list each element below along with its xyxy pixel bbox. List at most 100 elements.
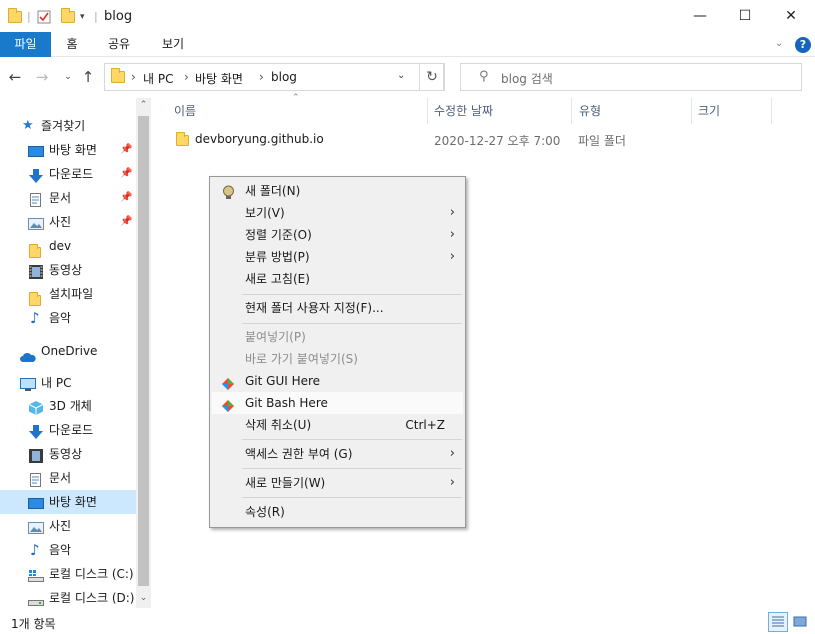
document-icon [28, 191, 44, 207]
column-header-modified[interactable]: 수정한 날짜 [434, 98, 493, 124]
sidebar-item-drive-d[interactable]: 로컬 디스크 (D:) [0, 586, 136, 610]
new-folder-icon[interactable] [61, 7, 75, 25]
menu-item-properties[interactable]: 속성(R) [212, 501, 463, 523]
menu-separator [242, 439, 462, 440]
menu-item-paste-shortcut: 바로 가기 붙여넣기(S) [245, 352, 358, 366]
up-arrow-icon[interactable]: ↑ [79, 66, 97, 88]
column-divider[interactable] [691, 98, 692, 124]
sidebar-item-videos[interactable]: 동영상 [0, 258, 136, 282]
menu-separator [242, 294, 462, 295]
column-divider[interactable] [571, 98, 572, 124]
pin-icon: 📌 [120, 168, 133, 179]
properties-check-icon[interactable] [37, 8, 51, 25]
breadcrumb-chevron-icon[interactable]: › [259, 70, 264, 84]
expand-ribbon-chevron-icon[interactable]: ⌄ [775, 38, 783, 49]
menu-item-paste: 붙여넣기(P) [245, 330, 306, 344]
cube-icon [28, 399, 44, 415]
search-placeholder: blog 검색 [501, 72, 553, 86]
sidebar-item-downloads[interactable]: 다운로드 📌 [0, 162, 136, 186]
sidebar-item-install-files[interactable]: 설치파일 [0, 282, 136, 306]
sidebar-item-pictures-pc[interactable]: 사진 [0, 514, 136, 538]
sidebar-scrollbar[interactable]: ⌃ ⌄ [136, 98, 151, 608]
sidebar-item-downloads-pc[interactable]: 다운로드 [0, 418, 136, 442]
menu-item-new[interactable]: 새로 만들기(W) › [212, 472, 463, 494]
sidebar-item-3d-objects[interactable]: 3D 개체 [0, 394, 136, 418]
separator: | [94, 10, 98, 23]
menu-item-customize-folder[interactable]: 현재 폴더 사용자 지정(F)... [212, 297, 463, 319]
minimize-button[interactable]: — [677, 0, 723, 32]
menu-item-refresh[interactable]: 새로 고침(E) [212, 268, 463, 290]
menu-item-git-bash[interactable]: Git Bash Here [212, 392, 463, 414]
menu-item-give-access[interactable]: 액세스 권한 부여 (G) › [212, 443, 463, 465]
folder-icon [29, 242, 45, 258]
sidebar-item-drive-c[interactable]: 로컬 디스크 (C:) [0, 562, 136, 586]
large-icons-view-icon[interactable] [790, 612, 810, 632]
sidebar-this-pc[interactable]: 내 PC [0, 371, 136, 395]
video-icon [28, 263, 44, 279]
forward-arrow-icon[interactable]: → [33, 66, 51, 88]
desktop-icon [28, 495, 44, 509]
sidebar-item-desktop[interactable]: 바탕 화면 📌 [0, 138, 136, 162]
sidebar-item-pictures[interactable]: 사진 📌 [0, 210, 136, 234]
menu-item-sort-by[interactable]: 정렬 기준(O) › [212, 224, 463, 246]
breadcrumb-chevron-icon[interactable]: › [131, 70, 136, 84]
breadcrumb-desktop[interactable]: 바탕 화면 [195, 70, 243, 87]
scrollbar-thumb[interactable] [138, 116, 149, 586]
breadcrumb-this-pc[interactable]: 내 PC [143, 70, 173, 87]
tab-view[interactable]: 보기 [154, 32, 192, 57]
column-divider[interactable] [771, 98, 772, 124]
address-bar[interactable]: › 내 PC › 바탕 화면 › blog ⌄ [104, 63, 444, 91]
breadcrumb-blog[interactable]: blog [271, 70, 297, 84]
menu-item-git-gui[interactable]: Git GUI Here [212, 370, 463, 392]
sidebar-item-desktop-pc[interactable]: 바탕 화면 [0, 490, 136, 514]
download-icon [28, 167, 44, 183]
tab-file[interactable]: 파일 [0, 32, 51, 57]
breadcrumb-chevron-icon[interactable]: › [184, 70, 189, 84]
drive-icon [28, 591, 44, 606]
sidebar-item-music-pc[interactable]: ♪ 음악 [0, 538, 136, 562]
scroll-up-chevron-icon[interactable]: ⌃ [136, 100, 151, 110]
sidebar-onedrive[interactable]: OneDrive [0, 339, 136, 363]
refresh-icon[interactable]: ↻ [419, 63, 445, 91]
menu-item-new-folder[interactable]: 새 폴더(N) [212, 180, 463, 202]
document-icon [28, 471, 44, 487]
help-icon[interactable]: ? [795, 37, 811, 53]
menu-item-view[interactable]: 보기(V) › [212, 202, 463, 224]
sidebar-item-videos-pc[interactable]: 동영상 [0, 442, 136, 466]
picture-icon [28, 519, 44, 534]
context-menu: 새 폴더(N) 보기(V) › 정렬 기준(O) › 분류 방법(P) › 새로… [209, 176, 466, 528]
details-view-icon[interactable] [768, 612, 788, 632]
sidebar-item-dev[interactable]: dev [0, 234, 136, 258]
back-arrow-icon[interactable]: ← [6, 66, 24, 88]
recent-locations-chevron-icon[interactable]: ⌄ [61, 66, 75, 88]
column-header-name[interactable]: 이름 [174, 98, 196, 124]
sidebar-item-documents[interactable]: 문서 📌 [0, 186, 136, 210]
column-divider[interactable] [427, 98, 428, 124]
video-icon [28, 447, 44, 463]
menu-separator [242, 468, 462, 469]
separator: | [27, 10, 31, 23]
address-history-chevron-icon[interactable]: ⌄ [397, 70, 405, 81]
music-icon: ♪ [30, 541, 40, 559]
menu-item-undo-delete[interactable]: 삭제 취소(U) Ctrl+Z [212, 414, 463, 436]
search-box[interactable]: ⚲ blog 검색 [460, 63, 802, 91]
tab-home[interactable]: 홈 [58, 32, 86, 57]
cloud-icon [20, 346, 36, 362]
scroll-down-chevron-icon[interactable]: ⌄ [136, 593, 151, 603]
close-button[interactable]: ✕ [768, 0, 814, 32]
title-bar: | ▾ | blog — ☐ ✕ [0, 0, 815, 32]
row-name[interactable]: devboryung.github.io [195, 132, 324, 146]
sidebar-item-music[interactable]: ♪ 음악 [0, 306, 136, 330]
sidebar-item-documents-pc[interactable]: 문서 [0, 466, 136, 490]
column-header-type[interactable]: 유형 [579, 98, 601, 124]
maximize-button[interactable]: ☐ [722, 0, 768, 32]
customize-toolbar-chevron-icon[interactable]: ▾ [80, 8, 85, 25]
drive-c-icon [28, 567, 44, 582]
folder-icon [8, 7, 22, 25]
menu-item-group-by[interactable]: 분류 방법(P) › [212, 246, 463, 268]
git-icon [222, 397, 234, 412]
desktop-icon [28, 143, 44, 157]
sidebar-quick-access[interactable]: ★ 즐겨찾기 [0, 114, 136, 138]
tab-share[interactable]: 공유 [100, 32, 138, 57]
column-header-size[interactable]: 크기 [698, 98, 720, 124]
